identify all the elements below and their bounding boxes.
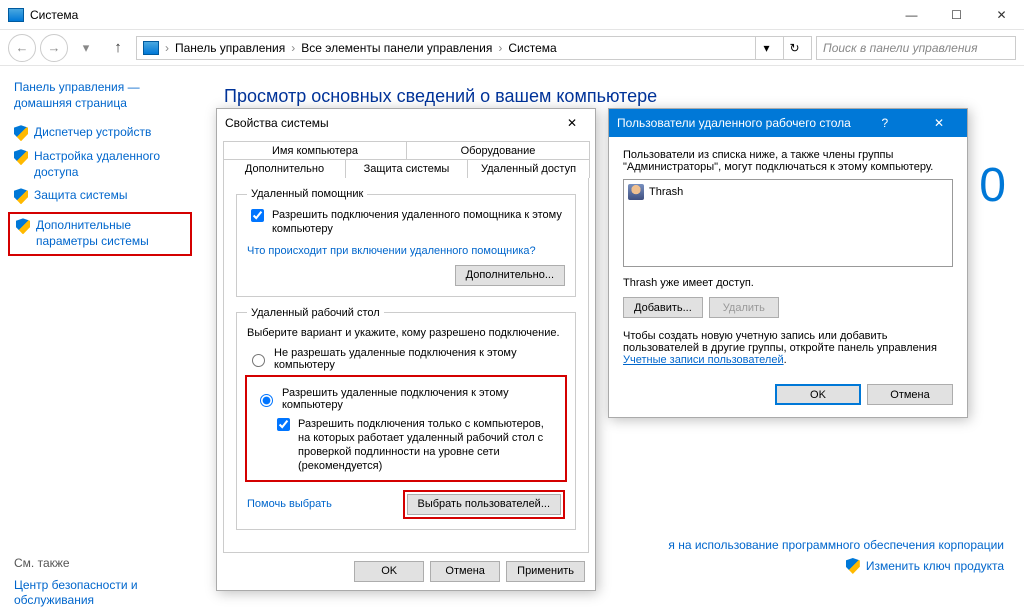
breadcrumb-all[interactable]: Все элементы панели управления (301, 41, 492, 55)
tab-computername[interactable]: Имя компьютера (223, 141, 407, 160)
ok-button[interactable]: OK (775, 384, 861, 405)
refresh-button[interactable]: ↻ (783, 37, 805, 59)
sidebar-item-advanced[interactable]: Дополнительные параметры системы (16, 218, 184, 249)
rdp-nla-checkbox[interactable]: Разрешить подключения только с компьютер… (273, 417, 557, 474)
minimize-button[interactable]: — (889, 0, 934, 29)
rdp-disallow-radio[interactable]: Не разрешать удаленные подключения к это… (247, 347, 565, 371)
shield-icon (14, 125, 28, 141)
breadcrumb-icon (143, 41, 159, 55)
search-placeholder: Поиск в панели управления (823, 41, 978, 55)
user-icon (628, 184, 644, 200)
remote-desktop-group: Удаленный рабочий стол Выберите вариант … (236, 307, 576, 530)
dialog-buttons: OK Отмена Применить (217, 553, 595, 590)
shield-icon (846, 558, 860, 574)
dialog-title: Пользователи удаленного рабочего стола (617, 116, 851, 130)
sidebar: Панель управления — домашняя страница Ди… (0, 66, 200, 604)
history-dropdown[interactable]: ▾ (72, 34, 100, 62)
window-titlebar: Система — ☐ ✕ (0, 0, 1024, 30)
nav-toolbar: ← → ▾ ↑ › Панель управления › Все элемен… (0, 30, 1024, 66)
tab-protection[interactable]: Защита системы (345, 159, 468, 178)
breadcrumb[interactable]: › Панель управления › Все элементы панел… (136, 36, 812, 60)
chevron-right-icon: › (498, 41, 502, 55)
checkbox-input[interactable] (277, 418, 290, 431)
user-list[interactable]: Thrash (623, 179, 953, 267)
system-icon (8, 8, 24, 22)
rdu-has-access: Thrash уже имеет доступ. (623, 277, 953, 289)
terms-link[interactable]: я на использование программного обеспече… (668, 538, 1004, 552)
tab-advanced[interactable]: Дополнительно (223, 159, 346, 178)
dialog-titlebar[interactable]: Свойства системы ✕ (217, 109, 595, 137)
rdp-allow-radio[interactable]: Разрешить удаленные подключения к этому … (255, 387, 557, 411)
dialog-tabs: Имя компьютера Оборудование Дополнительн… (217, 137, 595, 177)
shield-icon (14, 149, 28, 165)
highlight-box: Разрешить удаленные подключения к этому … (245, 375, 567, 482)
breadcrumb-dropdown[interactable]: ▾ (755, 37, 777, 59)
breadcrumb-sys[interactable]: Система (508, 41, 556, 55)
search-input[interactable]: Поиск в панели управления (816, 36, 1016, 60)
tab-content: Удаленный помощник Разрешить подключения… (223, 177, 589, 553)
up-button[interactable]: ↑ (104, 34, 132, 62)
user-accounts-link[interactable]: Учетные записи пользователей (623, 354, 784, 366)
close-icon[interactable]: ✕ (919, 116, 959, 130)
add-button[interactable]: Добавить... (623, 297, 703, 318)
page-title: Просмотр основных сведений о вашем компь… (224, 86, 1000, 107)
rdp-intro: Выберите вариант и укажите, кому разреше… (247, 327, 565, 339)
chevron-right-icon: › (165, 41, 169, 55)
dialog-titlebar[interactable]: Пользователи удаленного рабочего стола ?… (609, 109, 967, 137)
remove-button[interactable]: Удалить (709, 297, 779, 318)
help-button[interactable]: ? (872, 116, 899, 130)
sidebar-item-security[interactable]: Центр безопасности и обслуживания (14, 578, 190, 609)
tab-remote[interactable]: Удаленный доступ (467, 159, 590, 178)
list-item[interactable]: Thrash (628, 184, 948, 200)
highlight-box: Дополнительные параметры системы (8, 212, 192, 255)
bottom-links: я на использование программного обеспече… (668, 532, 1004, 574)
window-title: Система (30, 8, 78, 22)
chevron-right-icon: › (291, 41, 295, 55)
rdp-help-link[interactable]: Помочь выбрать (247, 498, 332, 510)
sidebar-seealso-label: См. также (14, 556, 190, 570)
group-legend: Удаленный рабочий стол (247, 307, 384, 319)
breadcrumb-cp[interactable]: Панель управления (175, 41, 285, 55)
windows10-logo: 0 (979, 158, 1008, 213)
remote-users-dialog: Пользователи удаленного рабочего стола ?… (608, 108, 968, 418)
radio-input[interactable] (260, 394, 273, 407)
allow-assist-checkbox[interactable]: Разрешить подключения удаленного помощни… (247, 208, 565, 237)
assist-advanced-button[interactable]: Дополнительно... (455, 265, 565, 286)
user-name: Thrash (649, 186, 683, 198)
shield-icon (14, 188, 28, 204)
cancel-button[interactable]: Отмена (430, 561, 500, 582)
dialog-title: Свойства системы (225, 116, 329, 130)
sidebar-item-remote[interactable]: Настройка удаленного доступа (14, 149, 190, 180)
change-key-link[interactable]: Изменить ключ продукта (866, 559, 1004, 573)
ok-button[interactable]: OK (354, 561, 424, 582)
rdu-intro: Пользователи из списка ниже, а также чле… (623, 149, 953, 173)
sidebar-home[interactable]: Панель управления — домашняя страница (14, 80, 190, 111)
sidebar-item-protect[interactable]: Защита системы (14, 188, 190, 204)
checkbox-input[interactable] (251, 209, 264, 222)
maximize-button[interactable]: ☐ (934, 0, 979, 29)
rdu-footer-text: Чтобы создать новую учетную запись или д… (623, 330, 953, 366)
forward-button[interactable]: → (40, 34, 68, 62)
close-button[interactable]: ✕ (979, 0, 1024, 29)
apply-button[interactable]: Применить (506, 561, 585, 582)
sidebar-item-devicemgr[interactable]: Диспетчер устройств (14, 125, 190, 141)
group-legend: Удаленный помощник (247, 188, 367, 200)
tab-hardware[interactable]: Оборудование (406, 141, 590, 160)
system-properties-dialog: Свойства системы ✕ Имя компьютера Оборуд… (216, 108, 596, 591)
select-users-button[interactable]: Выбрать пользователей... (407, 494, 562, 515)
window-controls: — ☐ ✕ (889, 0, 1024, 29)
shield-icon (16, 218, 30, 234)
cancel-button[interactable]: Отмена (867, 384, 953, 405)
assist-help-link[interactable]: Что происходит при включении удаленного … (247, 245, 536, 257)
remote-assistance-group: Удаленный помощник Разрешить подключения… (236, 188, 576, 297)
close-icon[interactable]: ✕ (557, 116, 587, 130)
dialog-body: Пользователи из списка ниже, а также чле… (609, 137, 967, 417)
radio-input[interactable] (252, 354, 265, 367)
back-button[interactable]: ← (8, 34, 36, 62)
